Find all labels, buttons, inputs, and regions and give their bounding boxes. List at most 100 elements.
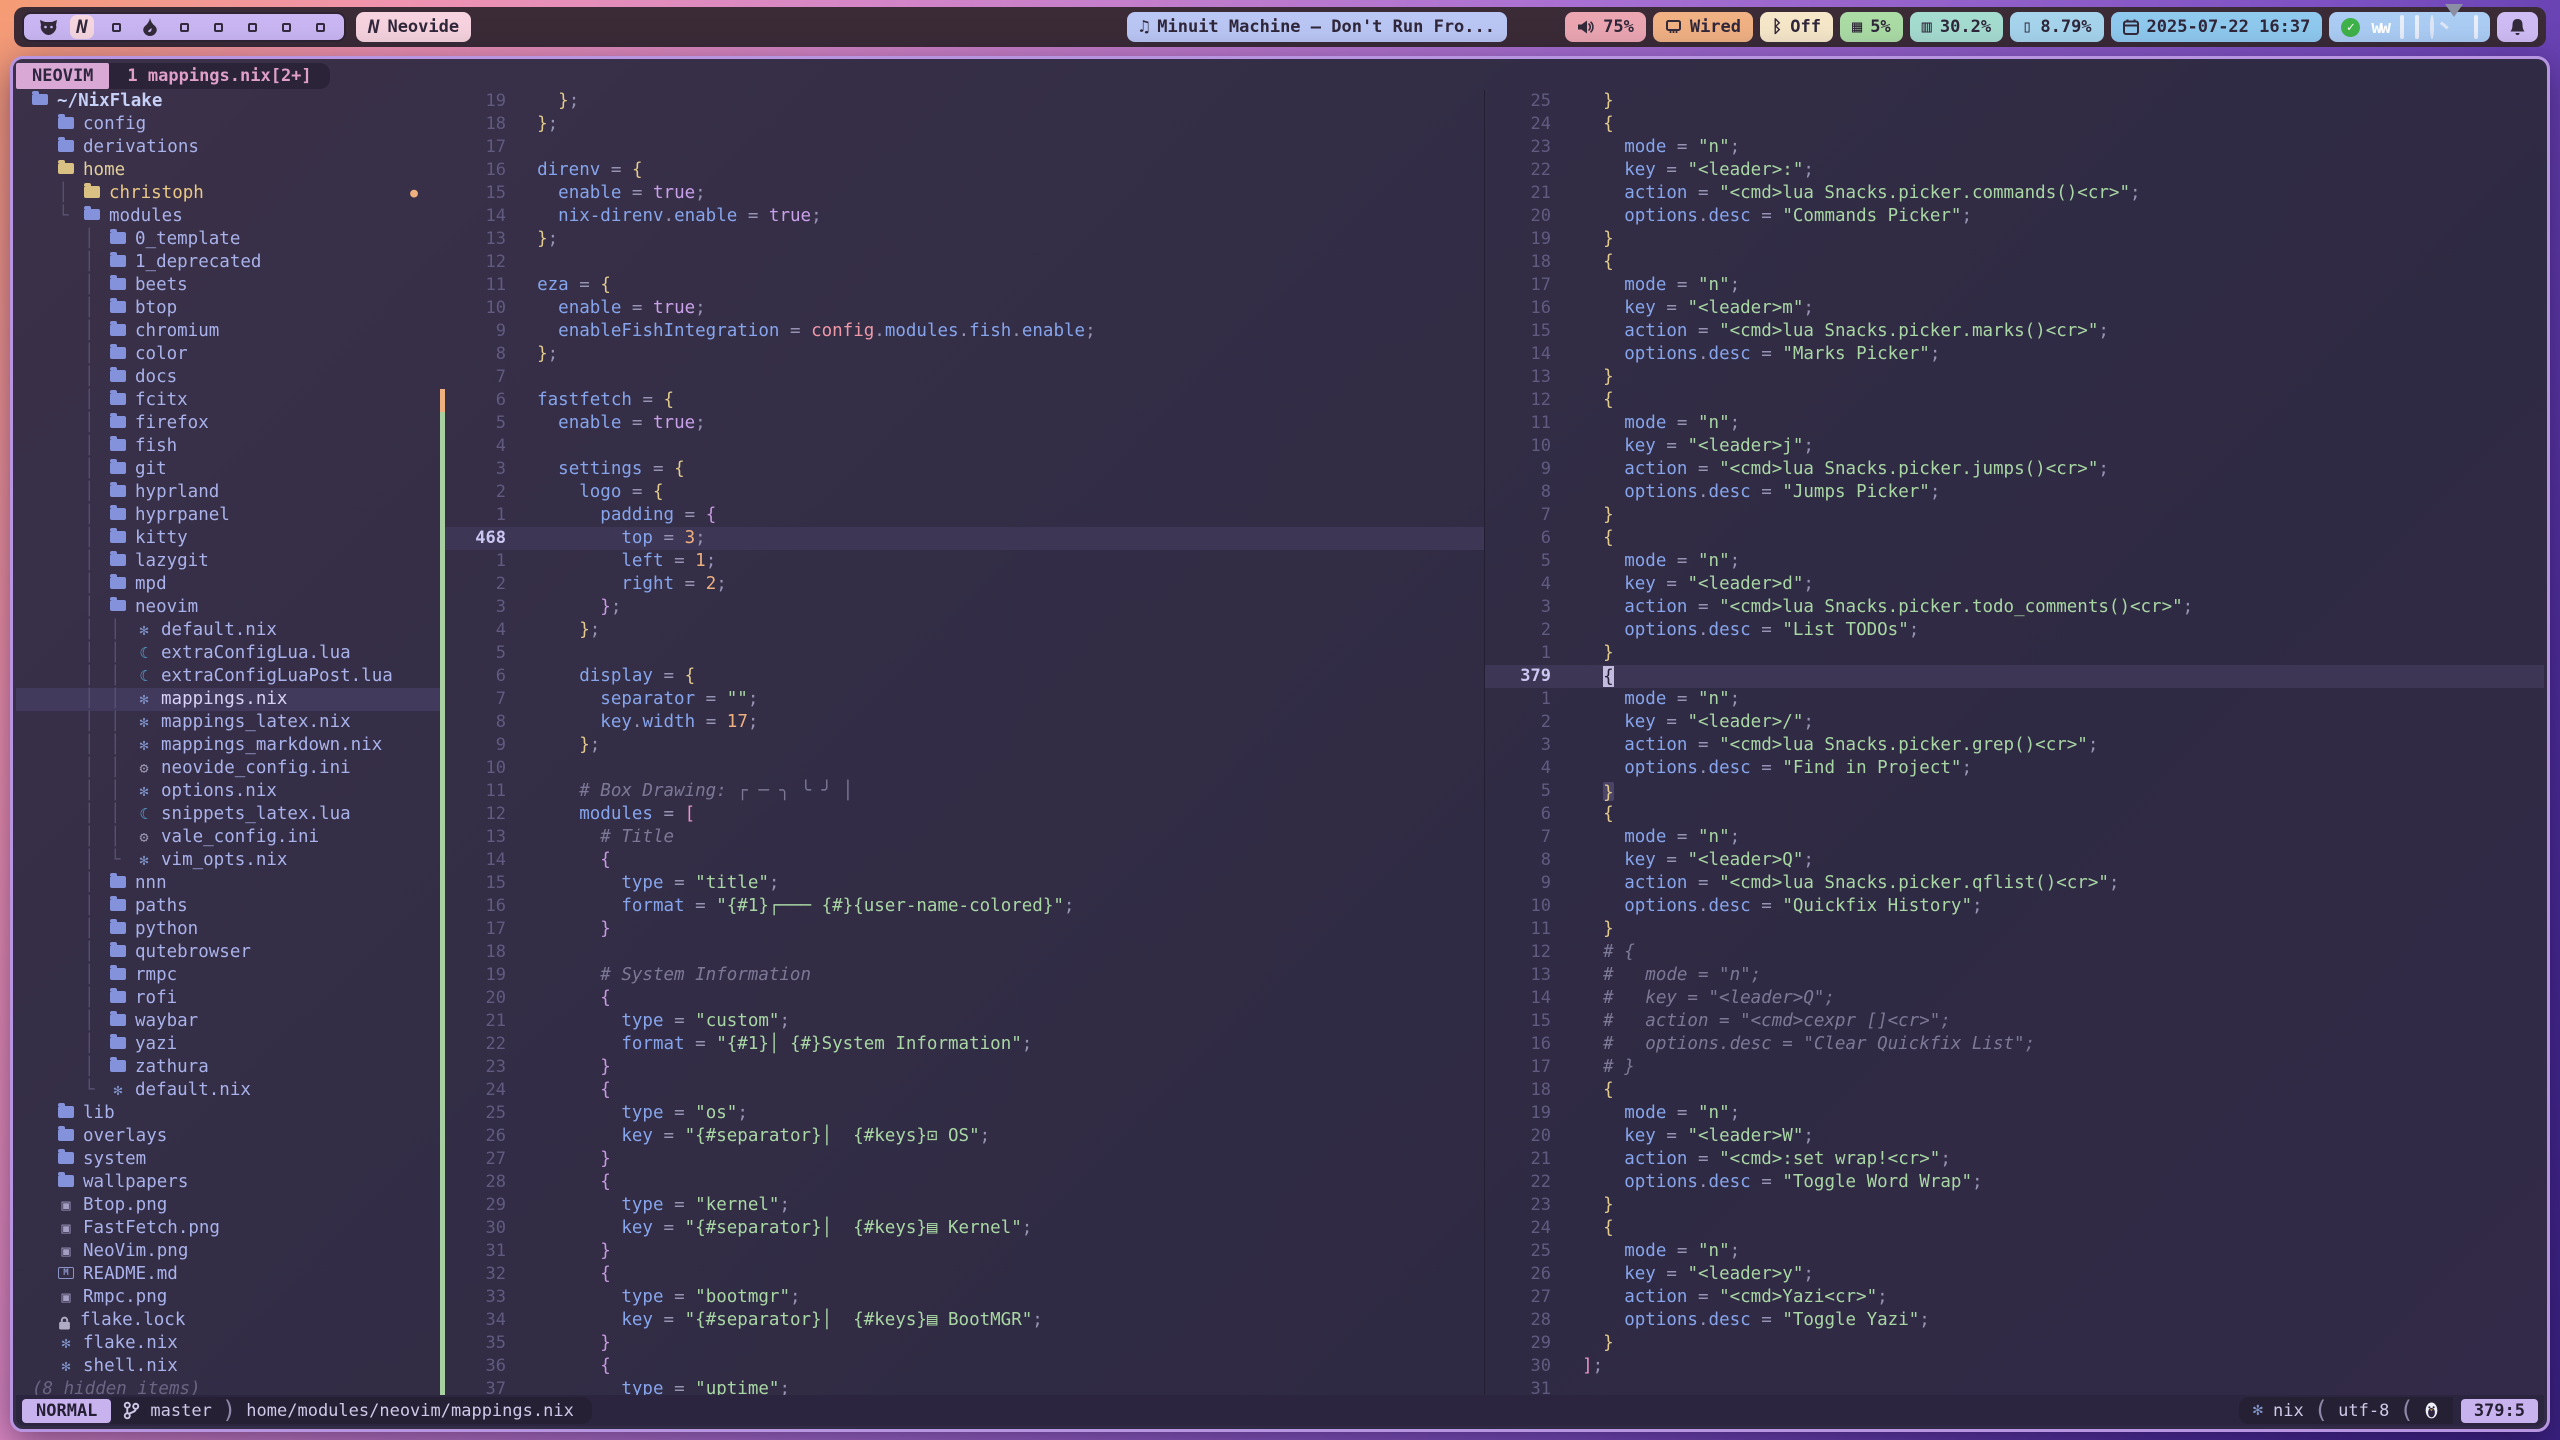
code-line[interactable]: 22 options.desc = "Toggle Word Wrap"; (1485, 1171, 2544, 1194)
tree-item[interactable]: wallpapers (16, 1171, 440, 1194)
code-line[interactable]: 6 fastfetch = { (440, 389, 1484, 412)
tree-item[interactable]: overlays (16, 1125, 440, 1148)
code-line[interactable]: 30 ]; (1485, 1355, 2544, 1378)
tree-item[interactable]: │fish (16, 435, 440, 458)
code-line[interactable]: 10 enable = true; (440, 297, 1484, 320)
workspace-2-neovide-icon[interactable]: N (72, 17, 92, 37)
code-line[interactable]: 1 left = 1; (440, 550, 1484, 573)
code-line[interactable]: 11 # Box Drawing: ┌ ─ ╮ ╰ ╯ │ (440, 780, 1484, 803)
tree-item[interactable]: │qutebrowser (16, 941, 440, 964)
tree-item[interactable]: │1_deprecated (16, 251, 440, 274)
tree-item[interactable]: │lazygit (16, 550, 440, 573)
tree-item[interactable]: home (16, 159, 440, 182)
tree-item[interactable]: config (16, 113, 440, 136)
tree-item[interactable]: │docs (16, 366, 440, 389)
code-line[interactable]: 14 { (440, 849, 1484, 872)
tree-item[interactable]: ││☾extraConfigLuaPost.lua (16, 665, 440, 688)
tree-item[interactable]: │neovim (16, 596, 440, 619)
code-line[interactable]: 31 } (440, 1240, 1484, 1263)
code-line[interactable]: 13 # mode = "n"; (1485, 964, 2544, 987)
disk-chip[interactable]: ▯8.79% (2010, 12, 2103, 42)
tree-item[interactable]: │color (16, 343, 440, 366)
code-line[interactable]: 21 action = "<cmd>:set wrap!<cr>"; (1485, 1148, 2544, 1171)
tree-item[interactable]: │hyprland (16, 481, 440, 504)
code-line[interactable]: 17 # } (1485, 1056, 2544, 1079)
code-line[interactable]: 3 action = "<cmd>lua Snacks.picker.grep(… (1485, 734, 2544, 757)
code-line[interactable]: 22 format = "{#1}│ {#}System Information… (440, 1033, 1484, 1056)
workspace-7-square-icon[interactable] (242, 17, 262, 37)
code-line[interactable]: 18 { (1485, 1079, 2544, 1102)
code-line[interactable]: 20 key = "<leader>W"; (1485, 1125, 2544, 1148)
code-line[interactable]: 17 (440, 136, 1484, 159)
code-line[interactable]: 379 {{ (1485, 665, 2544, 688)
tree-item[interactable]: │fcitx (16, 389, 440, 412)
code-line[interactable]: 31 (1485, 1378, 2544, 1395)
code-line[interactable]: 14 nix-direnv.enable = true; (440, 205, 1484, 228)
code-line[interactable]: 14 options.desc = "Marks Picker"; (1485, 343, 2544, 366)
tree-item[interactable]: │kitty (16, 527, 440, 550)
tree-item[interactable]: │chromium (16, 320, 440, 343)
code-line[interactable]: 3 action = "<cmd>lua Snacks.picker.todo_… (1485, 596, 2544, 619)
code-line[interactable]: 18 (440, 941, 1484, 964)
code-line[interactable]: 4 }; (440, 619, 1484, 642)
code-line[interactable]: 8 key = "<leader>Q"; (1485, 849, 2544, 872)
code-line[interactable]: 11 mode = "n"; (1485, 412, 2544, 435)
tray-window-icon[interactable] (2400, 17, 2404, 37)
code-line[interactable]: 16 # options.desc = "Clear Quickfix List… (1485, 1033, 2544, 1056)
code-line[interactable]: 33 type = "bootmgr"; (440, 1286, 1484, 1309)
bluetooth-chip[interactable]: ᛒOff (1760, 12, 1833, 42)
code-line[interactable]: 2 options.desc = "List TODOs"; (1485, 619, 2544, 642)
code-line[interactable]: 6 { (1485, 527, 2544, 550)
code-line[interactable]: 34 key = "{#separator}│ {#keys}▤ BootMGR… (440, 1309, 1484, 1332)
code-line[interactable]: 15 type = "title"; (440, 872, 1484, 895)
code-line[interactable]: 5 enable = true; (440, 412, 1484, 435)
code-line[interactable]: 4 (440, 435, 1484, 458)
tree-item[interactable]: ✻flake.nix (16, 1332, 440, 1355)
code-line[interactable]: 35 } (440, 1332, 1484, 1355)
code-line[interactable]: 17 } (440, 918, 1484, 941)
code-line[interactable]: 26 key = "<leader>y"; (1485, 1263, 2544, 1286)
code-line[interactable]: 12 { (1485, 389, 2544, 412)
tree-item[interactable]: ││☾snippets_latex.lua (16, 803, 440, 826)
tree-item[interactable]: │waybar (16, 1010, 440, 1033)
code-line[interactable]: 2 right = 2; (440, 573, 1484, 596)
tree-item[interactable]: │python (16, 918, 440, 941)
tabline-buffer-tab[interactable]: 1 mappings.nix[2+] (109, 63, 329, 89)
code-line[interactable]: 8 options.desc = "Jumps Picker"; (1485, 481, 2544, 504)
network-chip[interactable]: Wired (1653, 12, 1753, 42)
tree-item[interactable]: │0_template (16, 228, 440, 251)
tree-item[interactable]: ~/NixFlake (16, 90, 440, 113)
code-line[interactable]: 12 modules = [ (440, 803, 1484, 826)
code-line[interactable]: 13 } (1485, 366, 2544, 389)
code-line[interactable]: 11 eza = { (440, 274, 1484, 297)
code-line[interactable]: 29 } (1485, 1332, 2544, 1355)
tree-item[interactable]: ▣Rmpc.png (16, 1286, 440, 1309)
tree-item[interactable]: │christoph● (16, 182, 440, 205)
code-line[interactable]: 8 key.width = 17; (440, 711, 1484, 734)
tree-item[interactable]: │rofi (16, 987, 440, 1010)
code-line[interactable]: 7 (440, 366, 1484, 389)
code-line[interactable]: 5 mode = "n"; (1485, 550, 2544, 573)
tree-item[interactable]: ▣NeoVim.png (16, 1240, 440, 1263)
code-line[interactable]: 30 key = "{#separator}│ {#keys}▤ Kernel"… (440, 1217, 1484, 1240)
editor-pane-left[interactable]: 19 };18 };1716 direnv = {15 enable = tru… (440, 90, 1484, 1395)
workspace-1-cat-icon[interactable] (38, 17, 58, 37)
code-line[interactable]: 13 }; (440, 228, 1484, 251)
code-line[interactable]: 28 { (440, 1171, 1484, 1194)
tray-keyboard-icon[interactable] (2474, 17, 2478, 37)
workspace-6-square-icon[interactable] (208, 17, 228, 37)
code-line[interactable]: 32 { (440, 1263, 1484, 1286)
code-line[interactable]: 11 } (1485, 918, 2544, 941)
code-line[interactable]: 1 mode = "n"; (1485, 688, 2544, 711)
code-line[interactable]: 19 }; (440, 90, 1484, 113)
code-line[interactable]: 4 options.desc = "Find in Project"; (1485, 757, 2544, 780)
tree-item[interactable]: MREADME.md (16, 1263, 440, 1286)
code-line[interactable]: 19 mode = "n"; (1485, 1102, 2544, 1125)
tree-item[interactable]: ││⚙vale_config.ini (16, 826, 440, 849)
code-line[interactable]: 18 { (1485, 251, 2544, 274)
code-line[interactable]: 24 { (1485, 113, 2544, 136)
tree-item[interactable]: │nnn (16, 872, 440, 895)
tree-item[interactable]: lib (16, 1102, 440, 1125)
tree-item[interactable]: └✻default.nix (16, 1079, 440, 1102)
code-line[interactable]: 10 (440, 757, 1484, 780)
